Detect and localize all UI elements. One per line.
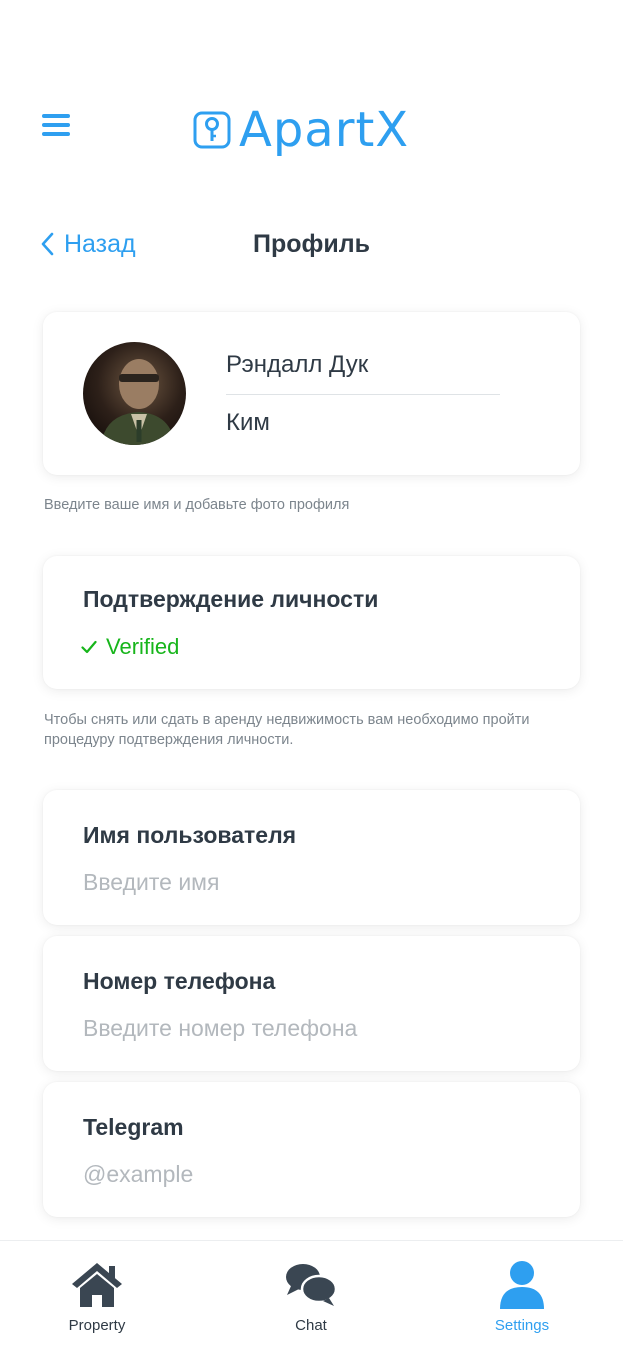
telegram-card: Telegram @example bbox=[43, 1082, 580, 1217]
check-icon bbox=[81, 640, 97, 654]
verification-hint: Чтобы снять или сдать в аренду недвижимо… bbox=[44, 712, 530, 748]
logo: ApartX bbox=[193, 104, 433, 156]
key-icon bbox=[193, 111, 231, 149]
tab-chat[interactable]: Chat bbox=[241, 1241, 381, 1351]
verification-title: Подтверждение личности bbox=[83, 586, 379, 612]
profile-card: Рэндалл Дук Ким bbox=[43, 312, 580, 475]
avatar-photo bbox=[101, 359, 175, 445]
username-label: Имя пользователя bbox=[83, 822, 297, 848]
tab-property-label: Property bbox=[68, 1317, 126, 1334]
bottom-tab-bar: Property Chat Settings bbox=[0, 1240, 623, 1351]
tab-settings-label: Settings bbox=[494, 1317, 550, 1334]
verification-status: Verified bbox=[81, 634, 179, 660]
telegram-input[interactable]: @example bbox=[83, 1161, 193, 1188]
verification-card[interactable]: Подтверждение личности Verified bbox=[43, 556, 580, 689]
chat-icon bbox=[286, 1264, 338, 1306]
home-icon bbox=[72, 1263, 122, 1307]
first-name-field[interactable]: Рэндалл Дук bbox=[226, 343, 500, 387]
phone-card: Номер телефона Введите номер телефона bbox=[43, 936, 580, 1071]
phone-input[interactable]: Введите номер телефона bbox=[83, 1015, 357, 1042]
username-card: Имя пользователя Введите имя bbox=[43, 790, 580, 925]
verified-label: Verified bbox=[106, 634, 180, 659]
telegram-label: Telegram bbox=[83, 1114, 184, 1140]
username-input[interactable]: Введите имя bbox=[83, 869, 219, 896]
avatar[interactable] bbox=[83, 342, 186, 445]
menu-icon[interactable] bbox=[42, 114, 70, 136]
last-name-field[interactable]: Ким bbox=[226, 401, 500, 445]
logo-text: ApartX bbox=[239, 102, 410, 158]
tab-property[interactable]: Property bbox=[27, 1241, 167, 1351]
name-divider bbox=[226, 394, 500, 395]
tab-chat-label: Chat bbox=[295, 1317, 327, 1334]
tab-settings[interactable]: Settings bbox=[452, 1241, 592, 1351]
page-title: Профиль bbox=[252, 230, 370, 258]
phone-label: Номер телефона bbox=[83, 968, 276, 994]
user-icon bbox=[500, 1261, 544, 1309]
profile-hint: Введите ваше имя и добавьте фото профиля bbox=[44, 497, 350, 513]
